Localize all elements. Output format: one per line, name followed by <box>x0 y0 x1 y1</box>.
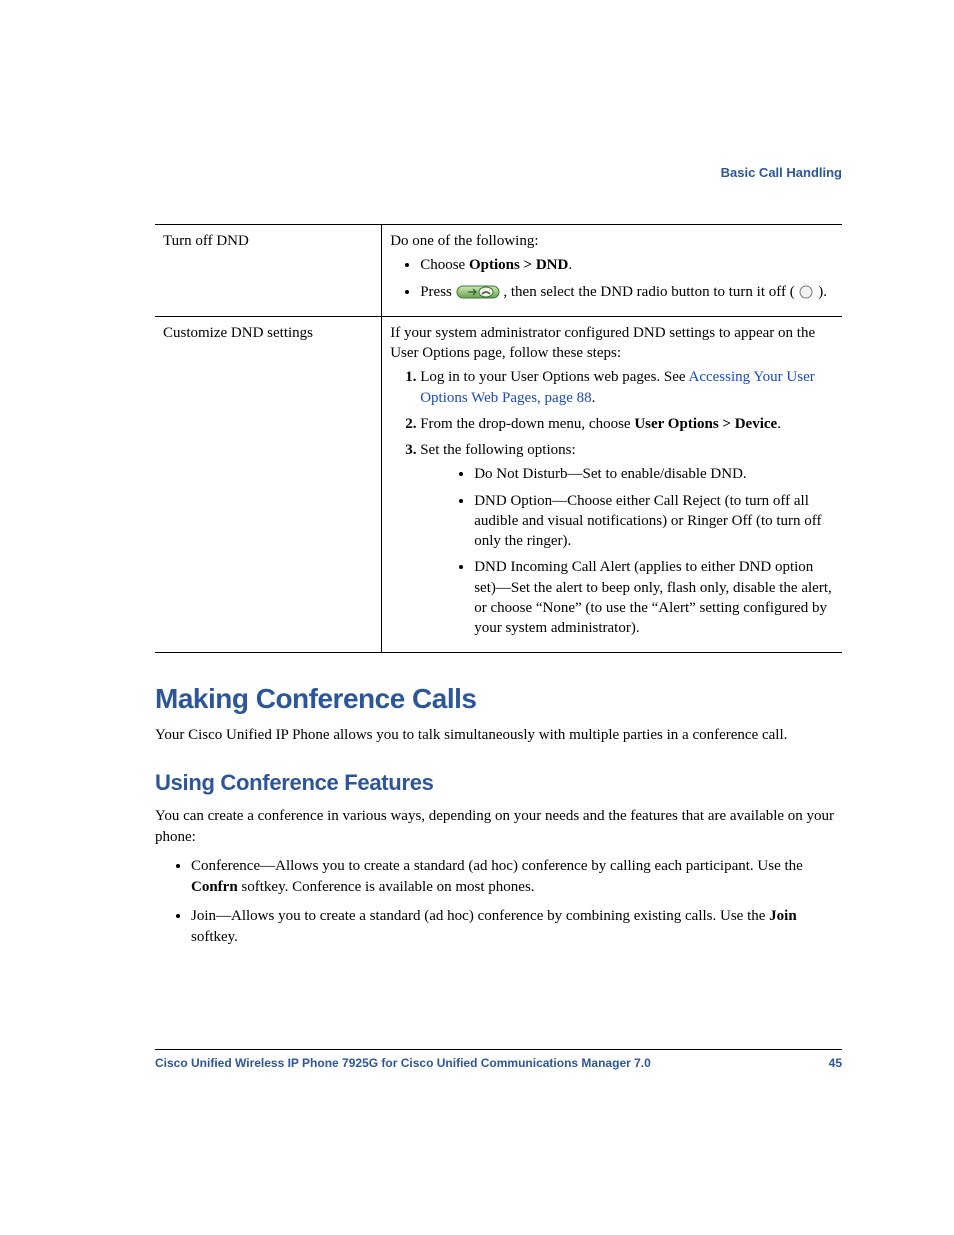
conference-intro: Your Cisco Unified IP Phone allows you t… <box>155 725 842 746</box>
turn-off-dnd-label: Turn off DND <box>155 225 382 317</box>
row1-intro: Do one of the following: <box>390 231 834 251</box>
page-number: 45 <box>829 1056 842 1070</box>
feature-join: Join—Allows you to create a standard (ad… <box>191 906 842 948</box>
heading-making-conference-calls: Making Conference Calls <box>155 683 842 715</box>
row2-sub2: DND Option—Choose either Call Reject (to… <box>474 491 834 552</box>
row2-sub1: Do Not Disturb—Set to enable/disable DND… <box>474 464 834 484</box>
heading-using-conference-features: Using Conference Features <box>155 770 842 796</box>
feature-conference: Conference—Allows you to create a standa… <box>191 856 842 898</box>
phone-green-button-icon <box>456 283 500 301</box>
footer-title: Cisco Unified Wireless IP Phone 7925G fo… <box>155 1056 651 1070</box>
row2-sub3: DND Incoming Call Alert (applies to eith… <box>474 557 834 638</box>
dnd-table: Turn off DND Do one of the following: Ch… <box>155 224 842 653</box>
features-intro: You can create a conference in various w… <box>155 806 842 848</box>
row2-intro: If your system administrator configured … <box>390 323 834 364</box>
table-row: Customize DND settings If your system ad… <box>155 316 842 653</box>
row1-bullet1: Choose Options > DND. <box>420 255 834 275</box>
row2-step2: From the drop-down menu, choose User Opt… <box>420 414 834 434</box>
turn-off-dnd-content: Do one of the following: Choose Options … <box>382 225 842 317</box>
row2-step1: Log in to your User Options web pages. S… <box>420 367 834 408</box>
row2-step3: Set the following options: Do Not Distur… <box>420 440 834 638</box>
table-row: Turn off DND Do one of the following: Ch… <box>155 225 842 317</box>
page-footer: Cisco Unified Wireless IP Phone 7925G fo… <box>155 1049 842 1070</box>
customize-dnd-content: If your system administrator configured … <box>382 316 842 653</box>
row1-bullet2: Press , then select the DND radio button… <box>420 282 834 302</box>
radio-off-icon <box>798 284 814 300</box>
customize-dnd-label: Customize DND settings <box>155 316 382 653</box>
breadcrumb: Basic Call Handling <box>155 165 842 180</box>
